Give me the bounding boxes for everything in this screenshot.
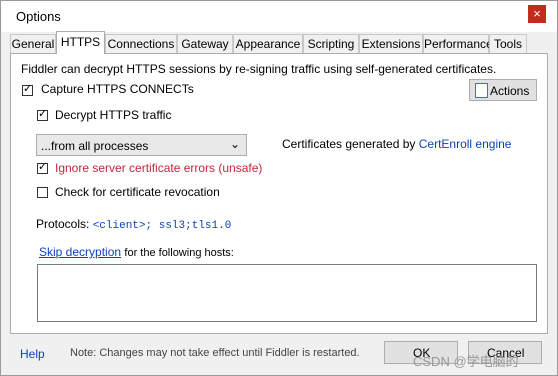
check-icon: ✓ — [38, 108, 48, 120]
help-link[interactable]: Help — [20, 347, 45, 361]
chevron-down-icon: ⌄ — [230, 137, 241, 151]
tab-appearance[interactable]: Appearance — [233, 34, 303, 53]
check-icon: ✓ — [38, 161, 48, 173]
https-intro-text: Fiddler can decrypt HTTPS sessions by re… — [21, 62, 497, 76]
tab-https[interactable]: HTTPS — [56, 31, 105, 54]
restart-note: Note: Changes may not take effect until … — [70, 347, 360, 359]
skip-decryption-link[interactable]: Skip decryption — [39, 245, 121, 259]
certificate-actions-icon — [475, 83, 488, 98]
protocols-label: Protocols: — [36, 217, 90, 231]
check-revocation-label: Check for certificate revocation — [55, 185, 220, 199]
ignore-cert-errors-checkbox[interactable]: ✓ — [37, 161, 48, 174]
ignore-cert-errors-label: Ignore server certificate errors (unsafe… — [55, 161, 263, 175]
process-filter-value: ...from all processes — [41, 139, 149, 153]
https-panel: Fiddler can decrypt HTTPS sessions by re… — [10, 53, 548, 334]
actions-button-label: Actions — [490, 84, 530, 98]
protocols-value-link[interactable]: <client>; ssl3;tls1.0 — [93, 220, 232, 232]
protocols-row: Protocols: <client>; ssl3;tls1.0 — [36, 217, 231, 232]
certenroll-engine-link[interactable]: CertEnroll engine — [419, 137, 512, 151]
certificate-generator-text: Certificates generated by CertEnroll eng… — [282, 137, 511, 151]
tab-general[interactable]: General — [10, 34, 56, 53]
actions-button[interactable]: Actions — [469, 79, 537, 101]
options-window: Options × General HTTPS Connections Gate… — [0, 0, 558, 376]
window-title: Options — [16, 9, 61, 24]
tab-gateway[interactable]: Gateway — [177, 34, 233, 53]
skip-decryption-row: Skip decryption for the following hosts: — [39, 245, 234, 259]
capture-https-label: Capture HTTPS CONNECTs — [41, 82, 194, 96]
check-icon: ✓ — [23, 83, 33, 95]
skip-decryption-suffix: for the following hosts: — [124, 247, 234, 259]
close-icon[interactable]: × — [528, 5, 546, 23]
skip-decryption-hosts-input[interactable] — [37, 264, 537, 322]
decrypt-https-label: Decrypt HTTPS traffic — [55, 108, 172, 122]
decrypt-https-checkbox[interactable]: ✓ — [37, 108, 48, 121]
tab-extensions[interactable]: Extensions — [359, 34, 423, 53]
certificate-generator-prefix: Certificates generated by — [282, 137, 416, 151]
capture-https-checkbox[interactable]: ✓ — [22, 83, 33, 96]
csdn-watermark: CSDN @学电脑的 — [413, 354, 519, 369]
tab-connections[interactable]: Connections — [105, 34, 177, 53]
process-filter-select[interactable]: ...from all processes ⌄ — [36, 134, 247, 156]
check-revocation-checkbox[interactable] — [37, 187, 48, 198]
tab-tools[interactable]: Tools — [489, 34, 527, 53]
tab-performance[interactable]: Performance — [423, 34, 493, 53]
tab-scripting[interactable]: Scripting — [303, 34, 359, 53]
title-bar: Options × — [1, 1, 557, 32]
